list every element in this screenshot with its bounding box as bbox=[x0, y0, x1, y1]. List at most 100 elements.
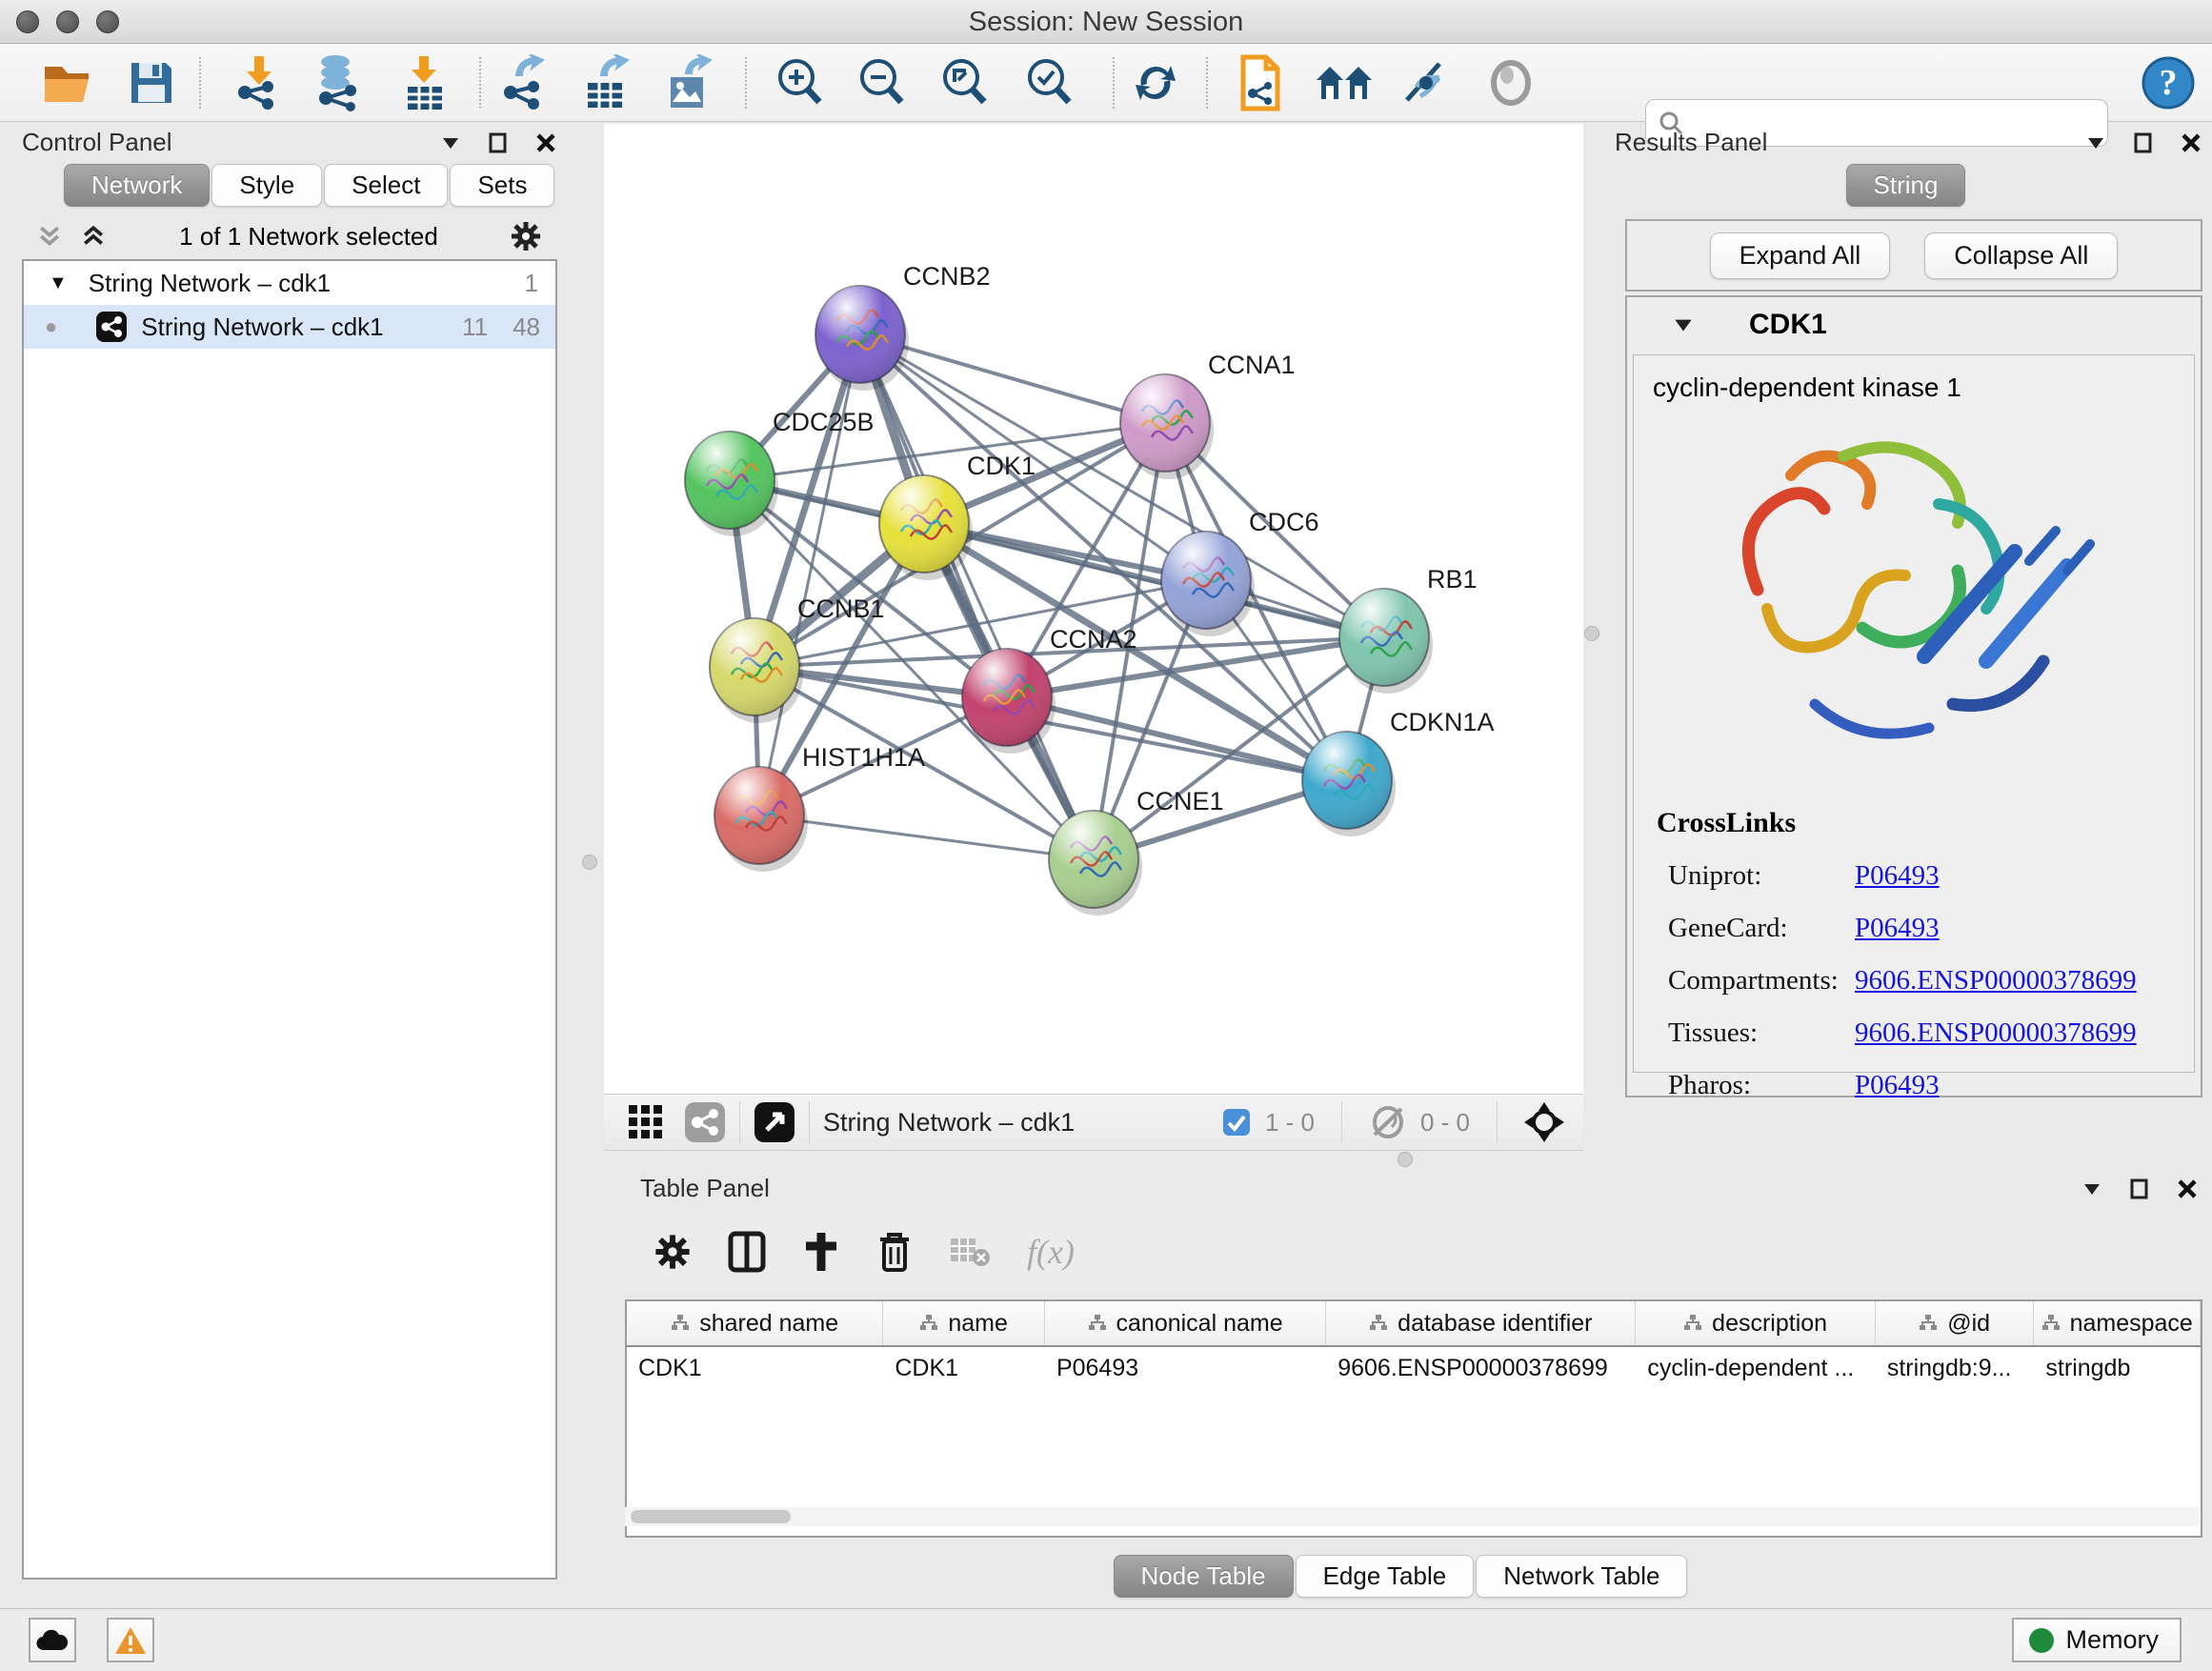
table-cell[interactable]: CDK1 bbox=[883, 1347, 1045, 1391]
zoom-out-icon[interactable] bbox=[851, 51, 914, 114]
node-CCNB1[interactable]: CCNB1 bbox=[710, 594, 885, 723]
float-panel-icon[interactable] bbox=[2132, 131, 2155, 154]
table-cell[interactable]: CDK1 bbox=[627, 1347, 883, 1391]
table-cell[interactable]: cyclin-dependent ... bbox=[1636, 1347, 1875, 1391]
close-panel-icon[interactable] bbox=[2176, 1178, 2199, 1200]
node-CCNE1[interactable]: CCNE1 bbox=[1049, 787, 1224, 916]
table-cell[interactable]: stringdb bbox=[2034, 1347, 2201, 1391]
node-table[interactable]: shared namenamecanonical namedatabase id… bbox=[625, 1299, 2202, 1538]
collection-label: String Network – cdk1 bbox=[89, 269, 331, 298]
column-header-databaseidentifier[interactable]: database identifier bbox=[1326, 1301, 1636, 1345]
close-panel-icon[interactable] bbox=[2180, 131, 2202, 154]
edge-CCNB2-CCNE1[interactable] bbox=[860, 334, 1094, 859]
scrollbar-thumb[interactable] bbox=[631, 1510, 791, 1523]
zoom-selected-icon[interactable] bbox=[1018, 51, 1081, 114]
select-columns-icon[interactable] bbox=[728, 1231, 766, 1273]
zoom-fit-icon[interactable] bbox=[934, 51, 996, 114]
import-network-database-icon[interactable] bbox=[307, 51, 370, 114]
collapse-section-icon[interactable] bbox=[1671, 312, 1696, 337]
table-horizontal-scrollbar[interactable] bbox=[625, 1507, 2199, 1526]
crosslink-value-link[interactable]: 9606.ENSP00000378699 bbox=[1855, 1017, 2137, 1049]
warning-button[interactable] bbox=[107, 1618, 154, 1662]
panel-menu-icon[interactable] bbox=[2084, 131, 2107, 154]
column-header-id[interactable]: @id bbox=[1876, 1301, 2035, 1345]
collapse-all-button[interactable]: Collapse All bbox=[1924, 232, 2118, 279]
cloud-button[interactable] bbox=[29, 1618, 76, 1662]
node-HIST1H1A[interactable]: HIST1H1A bbox=[714, 743, 925, 872]
refresh-icon[interactable] bbox=[1124, 51, 1187, 114]
tree-expander-icon[interactable]: ▼ bbox=[49, 272, 68, 294]
network-view-share-icon[interactable] bbox=[684, 1101, 726, 1143]
right-splitter-handle[interactable] bbox=[1584, 626, 1599, 641]
import-network-file-icon[interactable] bbox=[227, 51, 290, 114]
node-CCNA1[interactable]: CCNA1 bbox=[1120, 351, 1296, 479]
tab-string[interactable]: String bbox=[1846, 164, 1966, 207]
panel-menu-icon[interactable] bbox=[439, 131, 462, 154]
tab-network[interactable]: Network bbox=[64, 164, 210, 207]
horizontal-splitter-handle[interactable] bbox=[1398, 1152, 1413, 1167]
expand-all-icon[interactable] bbox=[79, 222, 108, 251]
tab-sets[interactable]: Sets bbox=[450, 164, 554, 207]
network-canvas[interactable]: CCNB2CCNA1CDC25BCDK1CDC6RB1CCNB1CCNA2CDK… bbox=[604, 124, 1583, 1094]
crosslink-value-link[interactable]: P06493 bbox=[1855, 1070, 1940, 1101]
protein-card-header[interactable]: CDK1 bbox=[1627, 297, 2201, 352]
close-panel-icon[interactable] bbox=[534, 131, 557, 154]
float-panel-icon[interactable] bbox=[2128, 1178, 2151, 1200]
edge-CCNE1-HIST1H1A[interactable] bbox=[759, 815, 1094, 859]
crosslink-value-link[interactable]: P06493 bbox=[1855, 860, 1940, 892]
protein-result-card: CDK1 cyclin-dependent kinase 1 bbox=[1625, 295, 2202, 1097]
grid-view-icon[interactable] bbox=[627, 1103, 665, 1141]
table-row[interactable]: CDK1CDK1P064939606.ENSP00000378699cyclin… bbox=[627, 1347, 2201, 1391]
selected-checkbox-icon[interactable] bbox=[1221, 1107, 1252, 1137]
network-from-document-icon[interactable] bbox=[1229, 51, 1292, 114]
hidden-eye-slash-icon[interactable] bbox=[1369, 1106, 1407, 1138]
network-row[interactable]: ● String Network – cdk1 11 48 bbox=[24, 305, 555, 349]
birdseye-view-icon[interactable] bbox=[1524, 1102, 1564, 1142]
network-tree: ▼ String Network – cdk1 1 ● String Netwo… bbox=[22, 259, 557, 1580]
table-gear-icon[interactable] bbox=[654, 1233, 692, 1271]
zoom-in-icon[interactable] bbox=[769, 51, 832, 114]
table-cell[interactable]: P06493 bbox=[1045, 1347, 1326, 1391]
open-file-icon[interactable] bbox=[38, 51, 101, 114]
node-RB1[interactable]: RB1 bbox=[1339, 565, 1478, 694]
results-panel-title: Results Panel bbox=[1615, 128, 1767, 157]
application-window: Session: New Session bbox=[0, 0, 2212, 1671]
expand-all-button[interactable]: Expand All bbox=[1710, 232, 1891, 279]
export-image-icon[interactable] bbox=[658, 51, 721, 114]
panel-menu-icon[interactable] bbox=[2081, 1178, 2103, 1200]
tab-edge-table[interactable]: Edge Table bbox=[1296, 1555, 1475, 1598]
inactive-eye-icon[interactable] bbox=[1479, 51, 1542, 114]
detach-view-icon[interactable] bbox=[754, 1101, 795, 1143]
tab-network-table[interactable]: Network Table bbox=[1476, 1555, 1687, 1598]
column-label: description bbox=[1712, 1310, 1827, 1338]
show-hide-graphics-icon[interactable] bbox=[1397, 51, 1459, 114]
column-header-canonicalname[interactable]: canonical name bbox=[1045, 1301, 1326, 1345]
table-cell[interactable]: stringdb:9... bbox=[1876, 1347, 2035, 1391]
column-header-description[interactable]: description bbox=[1636, 1301, 1875, 1345]
node-CDKN1A[interactable]: CDKN1A bbox=[1302, 708, 1495, 836]
tab-style[interactable]: Style bbox=[211, 164, 322, 207]
network-collection-row[interactable]: ▼ String Network – cdk1 1 bbox=[24, 261, 555, 305]
help-icon[interactable]: ? bbox=[2137, 51, 2200, 114]
left-splitter-handle[interactable] bbox=[582, 855, 597, 870]
tab-select[interactable]: Select bbox=[324, 164, 448, 207]
export-network-icon[interactable] bbox=[493, 51, 555, 114]
import-table-file-icon[interactable] bbox=[393, 51, 456, 114]
column-header-namespace[interactable]: namespace bbox=[2034, 1301, 2201, 1345]
tab-node-table[interactable]: Node Table bbox=[1114, 1555, 1294, 1598]
add-column-icon[interactable] bbox=[802, 1231, 840, 1273]
crosslink-value-link[interactable]: P06493 bbox=[1855, 913, 1940, 944]
gear-icon[interactable] bbox=[510, 220, 542, 252]
delete-column-icon[interactable] bbox=[876, 1230, 913, 1274]
column-header-sharedname[interactable]: shared name bbox=[627, 1301, 883, 1345]
table-cell[interactable]: 9606.ENSP00000378699 bbox=[1326, 1347, 1636, 1391]
collapse-all-icon[interactable] bbox=[35, 222, 64, 251]
column-header-name[interactable]: name bbox=[883, 1301, 1045, 1345]
network-status-dot: ● bbox=[45, 314, 57, 339]
float-panel-icon[interactable] bbox=[487, 131, 510, 154]
crosslink-value-link[interactable]: 9606.ENSP00000378699 bbox=[1855, 965, 2137, 997]
export-table-icon[interactable] bbox=[575, 51, 638, 114]
memory-button[interactable]: Memory bbox=[2012, 1618, 2182, 1662]
home-views-icon[interactable] bbox=[1313, 51, 1376, 114]
save-session-icon[interactable] bbox=[120, 51, 183, 114]
